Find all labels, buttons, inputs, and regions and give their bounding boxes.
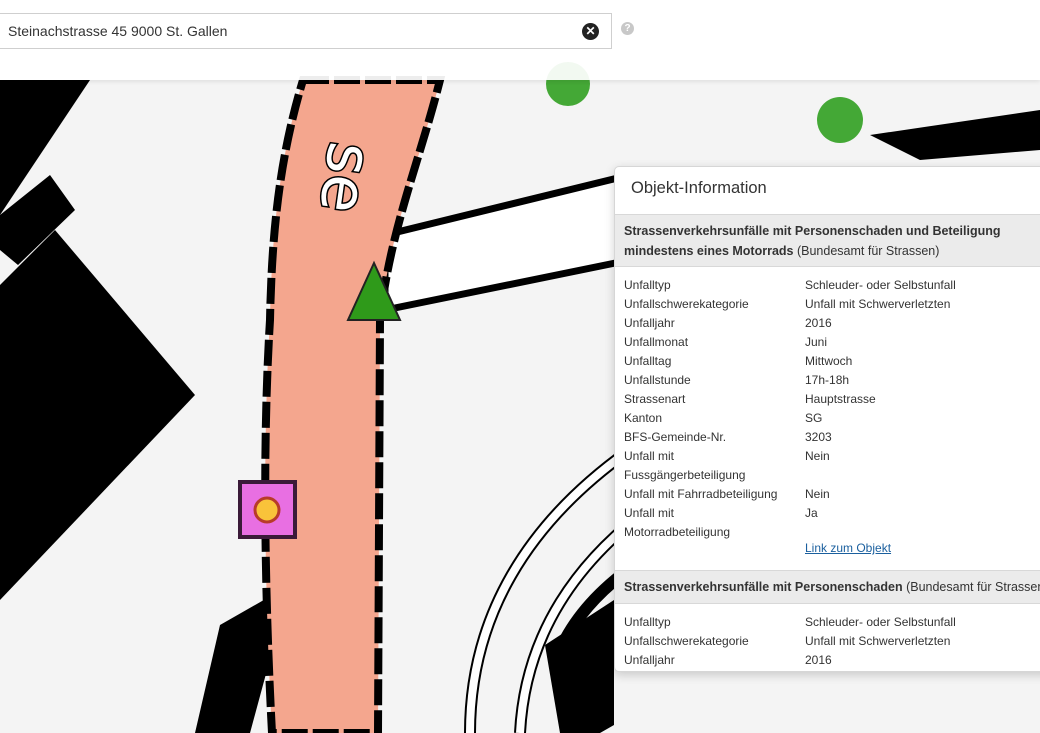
search-field[interactable]: ✕ <box>0 13 612 49</box>
section-header-motorcycle-accidents: Strassenverkehrsunfälle mit Personenscha… <box>615 214 1040 267</box>
attribute-value: Ja <box>805 506 818 520</box>
road-label: se <box>305 138 387 218</box>
attribute-key: Unfalltag <box>624 354 672 368</box>
attribute-row: Unfallschwerekategorie Unfall mit Schwerv… <box>624 632 956 651</box>
attribute-key: Unfall mit <box>624 506 675 520</box>
attribute-value: Unfall mit Schwerverletzten <box>805 297 951 311</box>
object-info-popup: Objekt-Information Strassenverkehrsunfäl… <box>614 166 1040 672</box>
section-title: Strassenverkehrsunfälle mit Personenscha… <box>624 224 1001 238</box>
attribute-row: Unfalltyp Schleuder- oder Selbstunfall <box>624 276 956 295</box>
accident-marker-circle[interactable] <box>253 496 281 524</box>
vegetation-marker[interactable] <box>817 97 863 143</box>
section-source: (Bundesamt für Strassen) <box>796 244 940 258</box>
attribute-key: Motorradbeteiligung <box>624 525 731 539</box>
section-title: Strassenverkehrsunfälle mit Personenscha… <box>624 580 903 594</box>
attribute-key: Unfalltyp <box>624 615 671 629</box>
attribute-value: 2016 <box>805 653 832 667</box>
attribute-value: Nein <box>805 449 830 463</box>
section-source: (Bundesamt für Strassen) <box>906 580 1040 594</box>
attribute-key: Unfalljahr <box>624 316 675 330</box>
attribute-value: 2016 <box>805 316 832 330</box>
attribute-row: Unfall mit Fahrradbeteiligung Nein <box>624 485 956 504</box>
search-input[interactable] <box>0 14 560 48</box>
attribute-table: Unfalltyp Schleuder- oder Selbstunfall Unf… <box>624 613 956 670</box>
attribute-key: Unfalltyp <box>624 278 671 292</box>
attribute-key: Unfallmonat <box>624 335 689 349</box>
section-header-accidents: Strassenverkehrsunfälle mit Personenscha… <box>615 570 1040 604</box>
attribute-key: Unfall mit <box>624 449 675 463</box>
attribute-key: Unfallschwerekategorie <box>624 297 749 311</box>
attribute-value: Mittwoch <box>805 354 853 368</box>
attribute-key: Unfall mit Fahrradbeteiligung <box>624 487 778 501</box>
attribute-value: Hauptstrasse <box>805 392 876 406</box>
attribute-row: Strassenart Hauptstrasse <box>624 390 956 409</box>
attribute-value: Schleuder- oder Selbstunfall <box>805 615 956 629</box>
attribute-value: SG <box>805 411 823 425</box>
attribute-key: BFS-Gemeinde-Nr. <box>624 430 727 444</box>
attribute-row: Fussgängerbeteiligung <box>624 466 956 485</box>
attribute-value: Schleuder- oder Selbstunfall <box>805 278 956 292</box>
attribute-value: Juni <box>805 335 828 349</box>
attribute-key: Unfallstunde <box>624 373 691 387</box>
attribute-row: Motorradbeteiligung <box>624 523 956 542</box>
attribute-key: Unfalljahr <box>624 653 675 667</box>
attribute-key: Unfallschwerekategorie <box>624 634 749 648</box>
attribute-row: Unfall mit Ja <box>624 504 956 523</box>
attribute-row: Unfallstunde 17h-18h <box>624 371 956 390</box>
attribute-key: Strassenart <box>624 392 686 406</box>
close-circle-icon[interactable]: ✕ <box>582 23 599 40</box>
attribute-row: Unfalljahr 2016 <box>624 651 956 670</box>
object-link[interactable]: Link zum Objekt <box>805 541 891 555</box>
attribute-value: 17h-18h <box>805 373 850 387</box>
attribute-row: BFS-Gemeinde-Nr. 3203 <box>624 428 956 447</box>
attribute-row: Unfalltag Mittwoch <box>624 352 956 371</box>
attribute-row: Unfallmonat Juni <box>624 333 956 352</box>
attribute-value: Unfall mit Schwerverletzten <box>805 634 951 648</box>
attribute-row: Unfallschwerekategorie Unfall mit Schwerv… <box>624 295 956 314</box>
attribute-row: Unfall mit Nein <box>624 447 956 466</box>
attribute-row: Unfalljahr 2016 <box>624 314 956 333</box>
question-circle-icon[interactable]: ? <box>621 22 634 35</box>
attribute-key: Fussgängerbeteiligung <box>624 468 746 482</box>
attribute-row: Unfalltyp Schleuder- oder Selbstunfall <box>624 613 956 632</box>
attribute-table: Unfalltyp Schleuder- oder Selbstunfall Unf… <box>624 276 956 542</box>
popup-title: Objekt-Information <box>631 179 767 197</box>
attribute-row: Kanton SG <box>624 409 956 428</box>
section-title-cont: mindestens eines Motorrads <box>624 244 794 258</box>
attribute-key: Kanton <box>624 411 663 425</box>
attribute-value: Nein <box>805 487 830 501</box>
attribute-value: 3203 <box>805 430 832 444</box>
search-bar: ✕ ? <box>0 0 1040 80</box>
